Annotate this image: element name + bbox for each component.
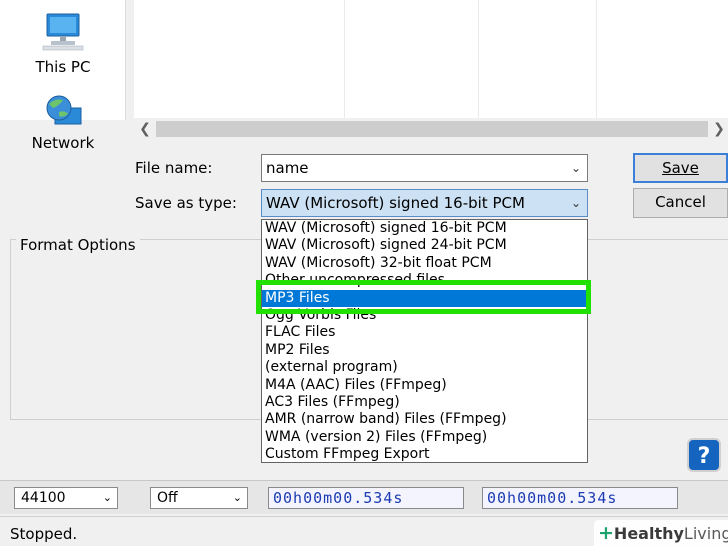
dropdown-option[interactable]: AC3 Files (FFmpeg) [262,394,587,411]
project-rate-select[interactable]: 44100 ⌄ [14,487,118,509]
dropdown-option[interactable]: WAV (Microsoft) signed 16-bit PCM [262,220,587,237]
dropdown-option[interactable]: MP2 Files [262,342,587,359]
mp3-highlight-box [256,280,591,314]
chevron-down-icon[interactable]: ⌄ [571,190,581,216]
scroll-left-icon[interactable]: ❮ [136,119,154,139]
horizontal-scrollbar[interactable]: ❮ ❯ [134,118,728,140]
dropdown-option[interactable]: FLAC Files [262,324,587,341]
dropdown-option[interactable]: (external program) [262,359,587,376]
dropdown-option[interactable]: M4A (AAC) Files (FFmpeg) [262,377,587,394]
navigation-pane: This PC Network [0,0,126,152]
selection-end-time[interactable]: 00h00m00.534s [482,487,678,509]
nav-item-network[interactable]: Network [0,94,126,152]
chevron-down-icon[interactable]: ⌄ [571,155,581,181]
plus-icon: + [598,522,614,544]
dropdown-option[interactable]: WAV (Microsoft) 32-bit float PCM [262,255,587,272]
file-list-area[interactable] [134,0,728,118]
column-divider [478,0,479,118]
save-as-type-dropdown-list[interactable]: WAV (Microsoft) signed 16-bit PCM WAV (M… [261,219,588,463]
dropdown-option[interactable]: AMR (narrow band) Files (FFmpeg) [262,411,587,428]
status-text: Stopped. [10,525,78,543]
network-globe-icon [46,95,82,125]
nav-label-network: Network [31,134,95,152]
dropdown-option[interactable]: WAV (Microsoft) signed 24-bit PCM [262,237,587,254]
nav-label-this-pc: This PC [35,58,91,76]
chevron-down-icon: ⌄ [232,491,242,504]
watermark-logo: +HealthyLiving [594,520,728,546]
chevron-down-icon: ⌄ [102,491,112,504]
cancel-button[interactable]: Cancel [633,188,728,218]
selection-start-time[interactable]: 00h00m00.534s [268,487,464,509]
help-button[interactable]: ? [687,438,721,472]
snap-to-select[interactable]: Off ⌄ [150,487,248,509]
column-divider [344,0,345,118]
column-divider [596,0,597,118]
dropdown-option[interactable]: WMA (version 2) Files (FFmpeg) [262,429,587,446]
file-name-value: name [266,159,309,177]
scroll-right-icon[interactable]: ❯ [710,119,728,139]
nav-item-this-pc[interactable]: This PC [0,12,126,76]
dropdown-option[interactable]: Custom FFmpeg Export [262,446,587,463]
computer-icon [42,13,84,51]
bottom-toolbar: 44100 ⌄ Off ⌄ 00h00m00.534s 00h00m00.534… [0,480,728,514]
save-as-type-value: WAV (Microsoft) signed 16-bit PCM [266,194,525,212]
file-name-label: File name: [135,159,213,177]
scrollbar-thumb[interactable] [156,121,708,137]
file-name-input[interactable]: name ⌄ [261,154,588,182]
format-options-title: Format Options [16,236,140,254]
save-as-type-select[interactable]: WAV (Microsoft) signed 16-bit PCM ⌄ [261,189,588,217]
save-as-type-label: Save as type: [135,194,237,212]
save-button[interactable]: Save [633,153,728,183]
